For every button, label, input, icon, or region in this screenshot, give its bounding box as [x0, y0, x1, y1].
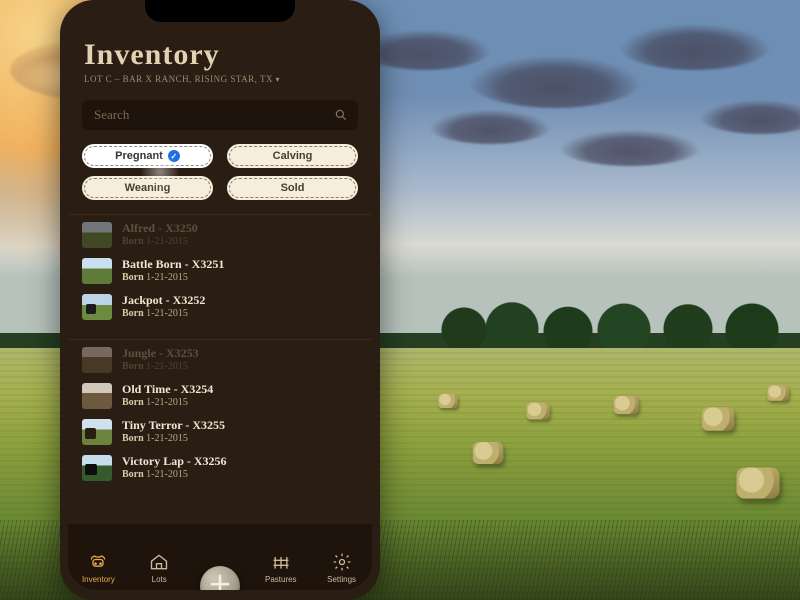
cattle-row[interactable]: Jackpot - X3252Born 1-21-2015	[68, 289, 372, 325]
filter-chip-weaning[interactable]: Weaning	[82, 176, 213, 200]
cattle-name: Jackpot - X3252	[122, 294, 205, 308]
cattle-thumbnail	[82, 419, 112, 445]
check-icon: ✓	[168, 150, 180, 162]
cattle-thumbnail	[82, 383, 112, 409]
divider	[68, 214, 372, 215]
filter-label: Sold	[281, 182, 305, 194]
cattle-name: Jungle - X3253	[122, 347, 199, 361]
plus-icon: ＋	[208, 574, 232, 590]
cattle-born: Born 1-21-2015	[122, 361, 199, 373]
cattle-row[interactable]: Tiny Terror - X3255Born 1-21-2015	[68, 414, 372, 450]
cattle-name: Old Time - X3254	[122, 383, 213, 397]
cattle-name: Tiny Terror - X3255	[122, 419, 225, 433]
cattle-born: Born 1-21-2015	[122, 433, 225, 445]
gear-icon	[332, 552, 352, 572]
cattle-name: Battle Born - X3251	[122, 258, 224, 272]
nav-settings[interactable]: Settings	[315, 552, 369, 584]
cow-icon	[88, 552, 108, 572]
cattle-born: Born 1-21-2015	[122, 469, 227, 481]
cattle-thumbnail	[82, 294, 112, 320]
nav-inventory[interactable]: Inventory	[71, 552, 125, 584]
nav-label: Pastures	[265, 575, 297, 584]
nav-pastures[interactable]: Pastures	[254, 552, 308, 584]
cattle-born: Born 1-21-2015	[122, 236, 198, 248]
barn-icon	[149, 552, 169, 572]
location-breadcrumb[interactable]: LOT C – BAR X RANCH, RISING STAR, TX	[84, 74, 356, 84]
filter-chip-pregnant[interactable]: Pregnant ✓	[82, 144, 213, 168]
filter-label: Weaning	[125, 182, 171, 194]
search-input[interactable]	[92, 106, 334, 124]
cattle-thumbnail	[82, 455, 112, 481]
cattle-born: Born 1-21-2015	[122, 272, 224, 284]
cattle-thumbnail	[82, 347, 112, 373]
bottom-nav: Inventory Lots ＋ Add New Pastures	[68, 524, 372, 590]
search-bar[interactable]	[82, 100, 358, 130]
phone-frame: Inventory LOT C – BAR X RANCH, RISING ST…	[60, 0, 380, 600]
cattle-row[interactable]: Alfred - X3250Born 1-21-2015	[68, 217, 372, 253]
nav-lots[interactable]: Lots	[132, 552, 186, 584]
filter-label: Calving	[273, 150, 313, 162]
filter-chip-sold[interactable]: Sold	[227, 176, 358, 200]
add-new-button[interactable]: ＋	[200, 566, 240, 590]
cattle-born: Born 1-21-2015	[122, 397, 213, 409]
cattle-row[interactable]: Jungle - X3253Born 1-21-2015	[68, 342, 372, 378]
nav-label: Lots	[152, 575, 167, 584]
fence-icon	[271, 552, 291, 572]
cattle-name: Alfred - X3250	[122, 222, 198, 236]
cattle-thumbnail	[82, 222, 112, 248]
cattle-row[interactable]: Old Time - X3254Born 1-21-2015	[68, 378, 372, 414]
search-icon	[334, 108, 348, 122]
divider	[68, 339, 372, 340]
cattle-name: Victory Lap - X3256	[122, 455, 227, 469]
cattle-born: Born 1-21-2015	[122, 308, 205, 320]
cattle-row[interactable]: Victory Lap - X3256Born 1-21-2015	[68, 450, 372, 486]
nav-label: Settings	[327, 575, 356, 584]
cattle-row[interactable]: Battle Born - X3251Born 1-21-2015	[68, 253, 372, 289]
filter-label: Pregnant	[115, 150, 163, 162]
nav-label: Inventory	[82, 575, 115, 584]
cattle-thumbnail	[82, 258, 112, 284]
filter-chip-calving[interactable]: Calving	[227, 144, 358, 168]
page-title: Inventory	[84, 38, 356, 72]
